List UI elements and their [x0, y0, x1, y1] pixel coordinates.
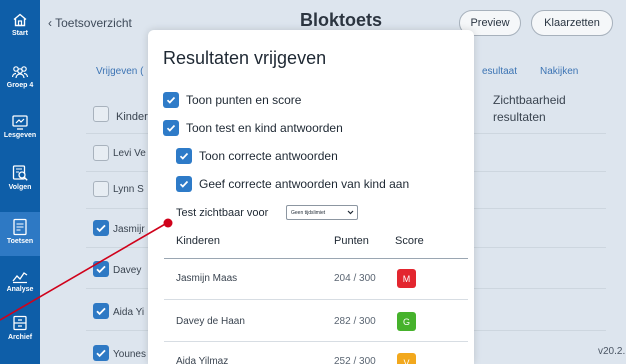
- score-badge: M: [397, 269, 416, 288]
- tab-result[interactable]: esultaat: [482, 66, 517, 77]
- sidebar-item-teach[interactable]: Lesgeven: [0, 114, 40, 152]
- option-label: Toon punten en score: [186, 93, 302, 107]
- row-checkbox-checked[interactable]: [93, 220, 109, 236]
- sidebar-item-label: Start: [12, 30, 28, 37]
- release-results-modal: [148, 30, 474, 364]
- back-link-label: Toetsoverzicht: [55, 16, 132, 30]
- sidebar-item-tests[interactable]: Toetsen: [0, 212, 40, 256]
- sidebar-item-archive[interactable]: Archief: [0, 314, 40, 354]
- option-show-correct[interactable]: Toon correcte antwoorden: [176, 148, 338, 164]
- score-badge: G: [397, 312, 416, 331]
- group-icon: [11, 66, 29, 79]
- sidebar-item-label: Volgen: [8, 184, 32, 191]
- sidebar-item-start[interactable]: Start: [0, 12, 40, 48]
- sidebar-item-follow[interactable]: Volgen: [0, 164, 40, 204]
- row-checkbox[interactable]: [93, 181, 109, 197]
- bg-column-kids: Kinder: [116, 111, 148, 123]
- option-label: Geef correcte antwoorden van kind aan: [199, 177, 410, 191]
- bg-row-name: Levi Ve: [113, 148, 146, 159]
- analysis-icon: [12, 272, 28, 284]
- page-title: Bloktoets: [300, 10, 383, 30]
- row-divider: [164, 341, 468, 342]
- sidebar-item-label: Archief: [7, 334, 33, 341]
- tab-review[interactable]: Nakijken: [540, 66, 578, 77]
- sidebar-item-label: Lesgeven: [3, 132, 37, 139]
- bg-row-name: Lynn S: [113, 184, 144, 195]
- row-points: 204 / 300: [334, 273, 376, 284]
- back-link[interactable]: ‹ Toetsoverzicht: [48, 16, 132, 30]
- option-show-points[interactable]: Toon punten en score: [163, 92, 301, 108]
- sidebar-item-label: Groep 4: [6, 82, 34, 89]
- modal-title: Resultaten vrijgeven: [163, 48, 327, 68]
- table-header-divider: [164, 258, 468, 259]
- test-icon: [13, 218, 27, 236]
- row-points: 282 / 300: [334, 316, 376, 327]
- sidebar-item-analysis[interactable]: Analyse: [0, 266, 40, 306]
- bg-column-visibility-line2: resultaten: [493, 110, 546, 124]
- sidebar-item-group[interactable]: Groep 4: [0, 64, 40, 100]
- column-points: Punten: [334, 235, 369, 247]
- chevron-down-icon: [347, 210, 354, 215]
- archive-icon: [13, 315, 27, 331]
- bg-row-name: Younes: [113, 349, 146, 360]
- score-badge: V: [397, 353, 416, 364]
- option-label: Toon test en kind antwoorden: [186, 121, 343, 135]
- option-mark-correct[interactable]: Geef correcte antwoorden van kind aan: [176, 176, 409, 192]
- bg-row-name: Jasmijr: [113, 224, 145, 235]
- row-points: 252 / 300: [334, 356, 376, 364]
- tab-release[interactable]: Vrijgeven (: [96, 66, 143, 77]
- checkbox-checked[interactable]: [163, 92, 179, 108]
- visibility-select[interactable]: Geen tijdslimiet: [286, 205, 358, 220]
- visibility-select-value: Geen tijdslimiet: [291, 209, 326, 216]
- select-all-checkbox[interactable]: [93, 106, 109, 122]
- bg-row-name: Davey: [113, 265, 142, 276]
- row-name: Davey de Haan: [176, 316, 245, 327]
- checkbox-checked[interactable]: [176, 176, 192, 192]
- column-kids: Kinderen: [176, 235, 221, 247]
- column-score: Score: [395, 235, 424, 247]
- monitor-icon: [12, 165, 28, 181]
- row-name: Jasmijn Maas: [176, 273, 238, 284]
- row-checkbox-checked[interactable]: [93, 261, 109, 277]
- checkbox-checked[interactable]: [176, 148, 192, 164]
- home-icon: [13, 13, 27, 27]
- bg-column-visibility-line1: Zichtbaarheid: [493, 93, 566, 107]
- visibility-label: Test zichtbaar voor: [176, 207, 269, 219]
- row-checkbox-checked[interactable]: [93, 303, 109, 319]
- bg-row-name: Aida Yi: [113, 307, 145, 318]
- bg-column-visibility: Zichtbaarheid resultaten: [493, 92, 566, 126]
- row-checkbox[interactable]: [93, 145, 109, 161]
- row-name: Aida Yilmaz: [176, 356, 229, 364]
- ready-button[interactable]: Klaarzetten: [531, 10, 613, 36]
- option-show-answers[interactable]: Toon test en kind antwoorden: [163, 120, 343, 136]
- row-checkbox-checked[interactable]: [93, 345, 109, 361]
- sidebar-item-label: Toetsen: [6, 238, 34, 245]
- row-divider: [164, 299, 468, 300]
- sidebar-item-label: Analyse: [6, 286, 34, 293]
- teach-icon: [12, 115, 28, 130]
- checkbox-checked[interactable]: [163, 120, 179, 136]
- version-label: v20.2.1: [598, 346, 626, 357]
- option-label: Toon correcte antwoorden: [199, 149, 338, 163]
